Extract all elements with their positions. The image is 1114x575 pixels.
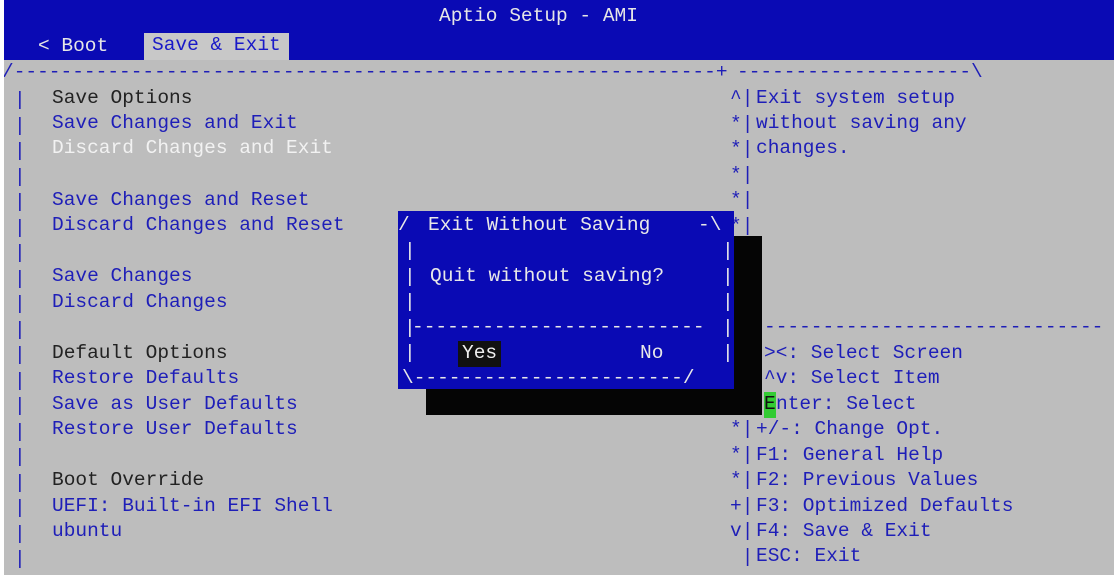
boot-override-heading: Boot Override [52, 469, 205, 491]
key-general-help: F1: General Help [756, 444, 944, 466]
key-help-divider: ----------------------------- [764, 316, 1104, 338]
tab-boot[interactable]: < Boot [38, 34, 108, 60]
bios-screen: Aptio Setup - AMI < Boot Save & Exit /--… [4, 0, 1114, 575]
save-options-heading: Save Options [52, 87, 193, 109]
dialog-divider: ------------------------- [412, 316, 705, 338]
help-line-3: changes. [756, 137, 850, 159]
dialog-title: Exit Without Saving [428, 214, 651, 236]
discard-changes-item[interactable]: Discard Changes [52, 290, 228, 316]
restore-user-defaults-item[interactable]: Restore User Defaults [52, 417, 298, 443]
top-border-right: --------------------\ [737, 61, 983, 83]
key-select-item: ^v: Select Item [764, 367, 940, 389]
dialog-left-border: | | | | | [404, 240, 416, 364]
top-border-left: /---------------------------------------… [4, 61, 728, 83]
dialog-top-right-corner: -\ [698, 214, 722, 236]
ubuntu-item[interactable]: ubuntu [52, 519, 122, 545]
tab-save-exit[interactable]: Save & Exit [144, 33, 289, 60]
key-enter-char: E [764, 392, 776, 418]
key-enter-select: nter: Select [776, 393, 917, 415]
help-line-1: Exit system setup [756, 87, 955, 109]
save-as-user-defaults-item[interactable]: Save as User Defaults [52, 392, 298, 418]
default-options-heading: Default Options [52, 342, 228, 364]
dialog-right-border: | | | | | [722, 240, 734, 364]
app-title: Aptio Setup - AMI [439, 5, 638, 27]
key-change-opt: +/-: Change Opt. [756, 418, 944, 440]
exit-without-saving-dialog: / Exit Without Saving -\ | | | | | | | |… [398, 211, 734, 389]
key-optimized-defaults: F3: Optimized Defaults [756, 495, 1014, 517]
restore-defaults-item[interactable]: Restore Defaults [52, 366, 239, 392]
dialog-yes-button[interactable]: Yes [458, 341, 502, 367]
scroll-indicator-lower: *| *| *| +| v| | [730, 418, 754, 568]
dialog-shadow-bottom [426, 389, 762, 415]
dialog-no-button[interactable]: No [640, 341, 663, 367]
key-esc-exit: ESC: Exit [756, 545, 862, 567]
save-changes-and-reset-item[interactable]: Save Changes and Reset [52, 188, 309, 214]
uefi-shell-item[interactable]: UEFI: Built-in EFI Shell [52, 494, 333, 520]
discard-changes-and-exit-item[interactable]: Discard Changes and Exit [52, 136, 333, 162]
discard-changes-and-reset-item[interactable]: Discard Changes and Reset [52, 213, 345, 239]
left-border: | | | | | | | | | | | | | | | | | | | [14, 89, 26, 570]
key-save-exit: F4: Save & Exit [756, 520, 932, 542]
save-changes-item[interactable]: Save Changes [52, 264, 192, 290]
dialog-shadow-right [734, 236, 762, 389]
key-select-screen: ><: Select Screen [764, 342, 963, 364]
key-previous-values: F2: Previous Values [756, 469, 979, 491]
save-changes-and-exit-item[interactable]: Save Changes and Exit [52, 111, 298, 137]
dialog-top-left-corner: / [398, 214, 410, 236]
help-line-2: without saving any [756, 112, 967, 134]
dialog-bottom-border: \-----------------------/ [402, 367, 695, 389]
header-bar: Aptio Setup - AMI < Boot Save & Exit [4, 0, 1114, 60]
dialog-message: Quit without saving? [430, 265, 665, 287]
